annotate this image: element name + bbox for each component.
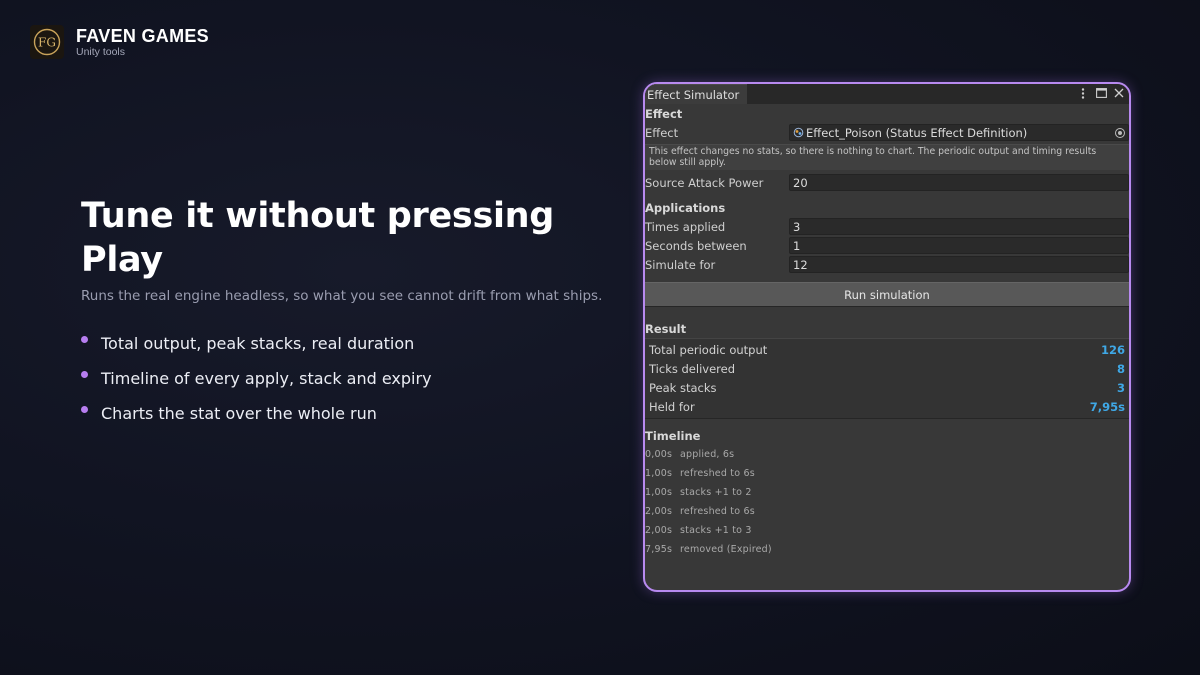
result-label: Held for <box>649 399 695 414</box>
section-effect: Effect <box>645 107 683 121</box>
simulate-for-row: Simulate for 12 <box>645 255 1129 274</box>
bullet-dot-icon <box>81 406 88 413</box>
hero-title: Tune it without pressing Play <box>81 196 555 280</box>
tab-effect-simulator[interactable]: Effect Simulator <box>645 84 747 104</box>
brand: FG FAVEN GAMES Unity tools <box>30 25 209 59</box>
result-value: 7,95s <box>1089 399 1125 414</box>
result-label: Ticks delivered <box>649 361 735 376</box>
result-label: Peak stacks <box>649 380 717 395</box>
section-result: Result <box>645 322 687 336</box>
close-icon[interactable] <box>1113 86 1125 100</box>
effect-value: Effect_Poison (Status Effect Definition) <box>806 125 1028 140</box>
bullet-dot-icon <box>81 371 88 378</box>
feature-item: Total output, peak stacks, real duration <box>81 326 621 361</box>
result-row: Peak stacks 3 <box>649 378 1125 397</box>
svg-text:FG: FG <box>38 36 56 50</box>
result-row: Total periodic output 126 <box>649 340 1125 359</box>
timeline-entry: 1,00s stacks +1 to 2 <box>645 487 752 498</box>
result-row: Held for 7,95s <box>649 397 1125 416</box>
timeline-entry: 2,00s stacks +1 to 3 <box>645 525 752 536</box>
effect-label: Effect <box>645 125 679 140</box>
result-box: Total periodic output 126 Ticks delivere… <box>645 338 1129 419</box>
maximize-icon[interactable] <box>1095 86 1107 100</box>
source-attack-row: Source Attack Power 20 <box>645 173 1129 192</box>
kebab-menu-icon[interactable] <box>1077 86 1089 100</box>
source-attack-label: Source Attack Power <box>645 175 764 190</box>
feature-list: Total output, peak stacks, real duration… <box>81 326 621 431</box>
seconds-between-row: Seconds between 1 <box>645 236 1129 255</box>
result-value: 126 <box>1100 342 1125 357</box>
result-value: 8 <box>1116 361 1125 376</box>
section-applications: Applications <box>645 201 726 215</box>
timeline-list: 0,00s applied, 6s 1,00s refreshed to 6s 1,… <box>645 445 1129 559</box>
timeline-entry: 1,00s refreshed to 6s <box>645 468 755 479</box>
bullet-dot-icon <box>81 336 88 343</box>
section-timeline: Timeline <box>645 429 701 443</box>
simulate-for-input[interactable]: 12 <box>789 256 1129 273</box>
scriptable-object-icon <box>793 127 804 138</box>
timeline-entry: 2,00s refreshed to 6s <box>645 506 755 517</box>
timeline-entry: 0,00s applied, 6s <box>645 449 735 460</box>
result-row: Ticks delivered 8 <box>649 359 1125 378</box>
seconds-between-label: Seconds between <box>645 238 747 253</box>
effect-row: Effect Effect_Poison (Status Effect Defi… <box>645 123 1129 142</box>
brand-subtitle: Unity tools <box>76 46 126 58</box>
hero: Tune it without pressing Play Runs the r… <box>81 194 621 431</box>
source-attack-input[interactable]: 20 <box>789 174 1129 191</box>
feature-item: Timeline of every apply, stack and expir… <box>81 361 621 396</box>
times-applied-row: Times applied 3 <box>645 217 1129 236</box>
object-picker-icon[interactable] <box>1115 128 1125 138</box>
brand-name: FAVEN GAMES <box>76 26 209 46</box>
result-label: Total periodic output <box>649 342 768 357</box>
timeline-entry: 7,95s removed (Expired) <box>645 544 772 555</box>
effect-object-field[interactable]: Effect_Poison (Status Effect Definition) <box>789 124 1129 141</box>
faven-games-logo: FG <box>30 25 64 59</box>
window-titlebar: Effect Simulator <box>645 84 1129 104</box>
feature-item: Charts the stat over the whole run <box>81 396 621 431</box>
seconds-between-input[interactable]: 1 <box>789 237 1129 254</box>
effect-simulator-window: Effect Simulator Effect Effect Effect_Po… <box>643 82 1131 592</box>
result-value: 3 <box>1116 380 1125 395</box>
times-applied-label: Times applied <box>645 219 726 234</box>
help-box: This effect changes no stats, so there i… <box>645 144 1129 170</box>
run-simulation-button[interactable]: Run simulation <box>645 282 1129 307</box>
times-applied-input[interactable]: 3 <box>789 218 1129 235</box>
simulate-for-label: Simulate for <box>645 257 716 272</box>
hero-subtitle: Runs the real engine headless, so what y… <box>81 288 603 304</box>
